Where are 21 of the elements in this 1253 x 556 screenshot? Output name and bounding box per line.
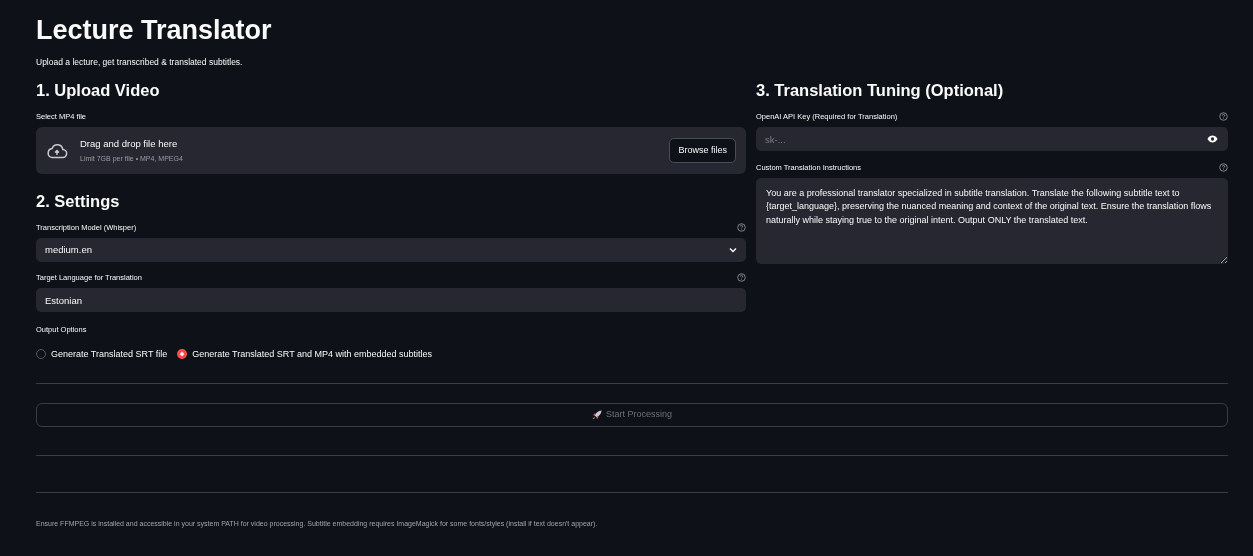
eye-icon[interactable]	[1207, 135, 1218, 144]
instructions-textarea[interactable]: You are a professional translator specialized in subtitle translation. Translate the following subtitle text to {target_language}, preserving the nuanced meaning and context of the original text. Ensure the translation flows naturally while staying true to the original intent. Output ONLY the translated text.	[756, 178, 1228, 265]
help-icon[interactable]	[737, 223, 746, 233]
language-input[interactable]: Estonian	[36, 288, 746, 313]
browse-files-button[interactable]: Browse files	[669, 137, 736, 164]
cloud-upload-icon	[46, 142, 68, 159]
help-icon[interactable]	[1219, 163, 1228, 173]
radio-option[interactable]: Generate Translated SRT and MP4 with embedded subtitles	[177, 347, 433, 362]
page-subtitle: Upload a lecture, get transcribed & translated subtitles.	[36, 56, 244, 70]
dropzone-text: Drag and drop file here	[80, 136, 179, 151]
chevron-down-icon	[729, 247, 737, 254]
help-icon[interactable]	[1219, 112, 1228, 122]
rocket-icon	[592, 410, 602, 421]
help-icon[interactable]	[737, 273, 746, 283]
api-key-field[interactable]: sk-...	[756, 127, 1228, 152]
page-title: Lecture Translator	[36, 14, 273, 47]
radio-option[interactable]: Generate Translated SRT file	[36, 347, 168, 362]
section-heading: 1. Upload Video	[36, 81, 161, 101]
section-heading: 3. Translation Tuning (Optional)	[756, 81, 1005, 101]
model-select[interactable]: medium.en	[36, 238, 746, 263]
section-heading: 2. Settings	[36, 192, 121, 212]
